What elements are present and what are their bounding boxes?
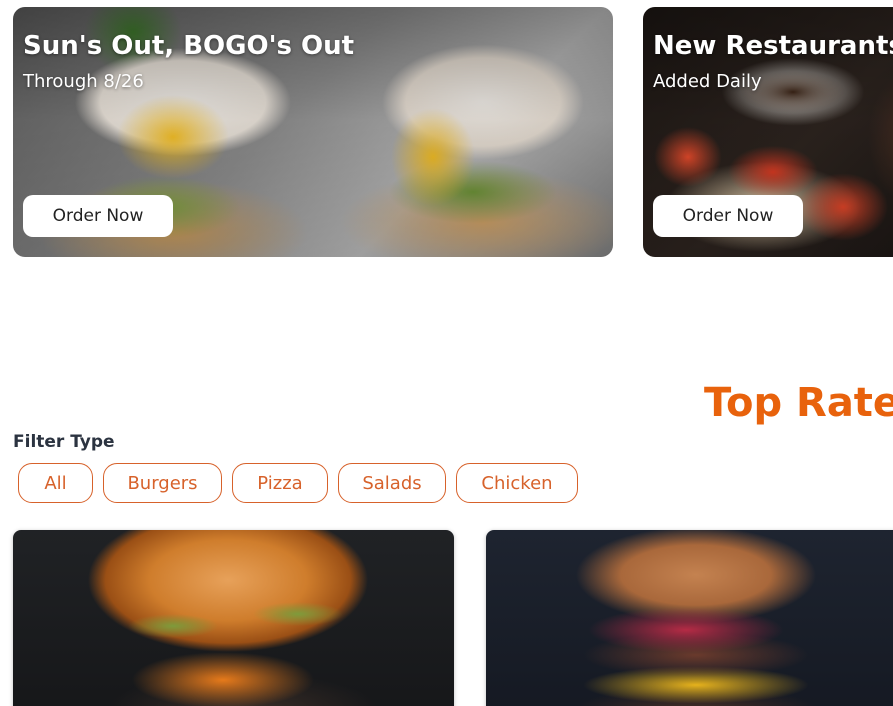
- food-card[interactable]: [13, 530, 454, 706]
- cheeseburger-image: [13, 530, 454, 706]
- section-title-top-rated: Top Rated: [704, 380, 893, 426]
- filter-chip-salads[interactable]: Salads: [338, 463, 446, 503]
- promo-card-new-restaurants: New Restaurants Added Daily Order Now: [643, 7, 893, 257]
- promo-subtitle: Through 8/26: [23, 71, 144, 92]
- promo-card-bogo: Sun's Out, BOGO's Out Through 8/26 Order…: [13, 7, 613, 257]
- filter-chip-chicken[interactable]: Chicken: [456, 463, 578, 503]
- pastrami-burger-image: [486, 530, 893, 706]
- filter-chip-pizza[interactable]: Pizza: [232, 463, 328, 503]
- promo-subtitle: Added Daily: [653, 71, 762, 92]
- page: Sun's Out, BOGO's Out Through 8/26 Order…: [0, 0, 893, 706]
- order-now-button[interactable]: Order Now: [23, 195, 173, 237]
- filter-chip-burgers[interactable]: Burgers: [103, 463, 222, 503]
- filter-type-label: Filter Type: [13, 432, 115, 452]
- promo-title: Sun's Out, BOGO's Out: [23, 31, 355, 61]
- order-now-button[interactable]: Order Now: [653, 195, 803, 237]
- promo-title: New Restaurants: [653, 31, 893, 61]
- filter-chip-all[interactable]: All: [18, 463, 93, 503]
- food-card[interactable]: [486, 530, 893, 706]
